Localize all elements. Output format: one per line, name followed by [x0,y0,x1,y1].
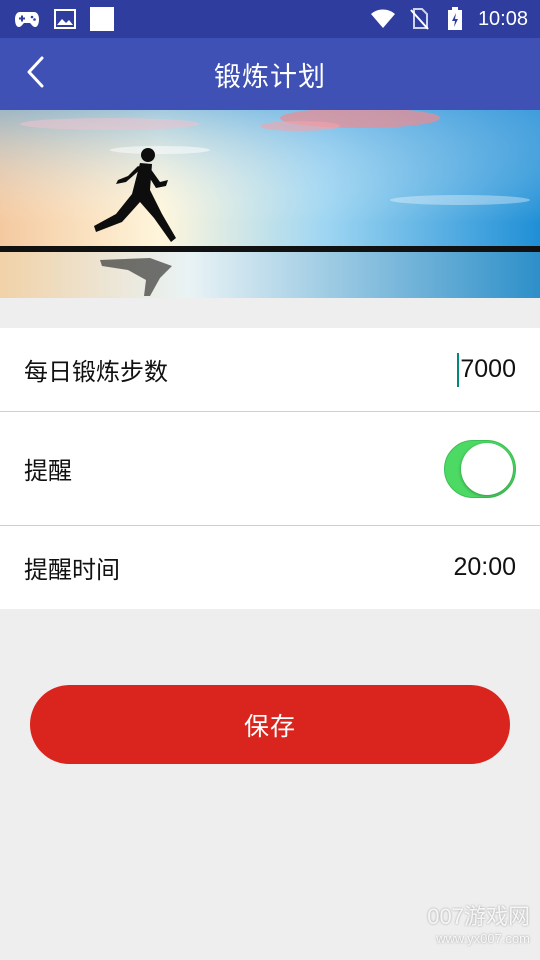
reminder-label: 提醒 [24,457,72,485]
gamepad-icon [14,8,40,30]
banner-image [0,110,540,298]
watermark-brand: 007游戏网 [427,904,530,929]
watermark: 007游戏网 www.yx007.com [427,899,530,946]
settings-list: 每日锻炼步数 7000 提醒 提醒时间 20:00 [0,328,540,609]
daily-steps-value: 7000 [460,355,516,383]
no-sim-icon [406,8,432,30]
wifi-icon [370,8,396,30]
text-cursor [457,352,460,387]
app-bar: 锻炼计划 [0,38,540,110]
image-icon [52,8,78,30]
watermark-url: www.yx007.com [436,931,530,946]
back-button[interactable] [14,52,58,96]
daily-steps-label: 每日锻炼步数 [24,358,168,386]
reminder-time-value[interactable]: 20:00 [453,553,516,582]
white-square-icon [90,7,114,31]
status-bar: 10:08 [0,0,540,38]
reminder-time-row[interactable]: 提醒时间 20:00 [0,525,540,609]
chevron-left-icon [26,56,46,92]
status-time: 10:08 [477,7,528,30]
reminder-time-label: 提醒时间 [24,556,120,584]
daily-steps-input[interactable]: 7000 [457,352,516,387]
reminder-toggle[interactable] [444,439,516,498]
daily-steps-row: 每日锻炼步数 7000 [0,328,540,411]
page-title: 锻炼计划 [214,61,326,93]
battery-charging-icon [442,7,468,30]
save-button[interactable]: 保存 [30,685,510,764]
reminder-row: 提醒 [0,411,540,525]
toggle-knob [461,442,513,495]
